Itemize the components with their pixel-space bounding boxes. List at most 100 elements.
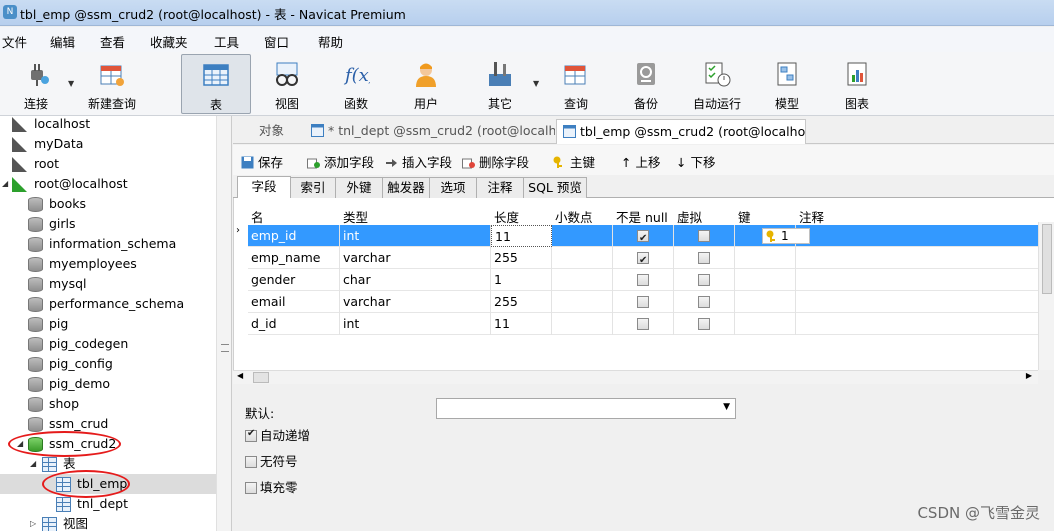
- field-name-cell[interactable]: emp_name: [248, 247, 340, 269]
- schedule-button[interactable]: 自动运行: [686, 54, 748, 114]
- table-button[interactable]: 表: [181, 54, 251, 114]
- collapse-arrow-icon[interactable]: ◢: [30, 454, 40, 474]
- col-name-header[interactable]: 名: [251, 207, 264, 226]
- table-row[interactable]: gender char 1: [248, 269, 1038, 291]
- field-key-cell[interactable]: [735, 269, 796, 291]
- field-type-cell[interactable]: char: [340, 269, 491, 291]
- tree-item-tnl-dept[interactable]: tnl_dept: [0, 494, 216, 514]
- not-null-checkbox[interactable]: [637, 228, 649, 247]
- grid-vertical-scrollbar[interactable]: [1038, 222, 1054, 370]
- tree-item-pig-config[interactable]: pig_config: [0, 354, 216, 374]
- field-comment-cell[interactable]: [796, 313, 1038, 335]
- col-key-header[interactable]: 键: [738, 207, 751, 226]
- zerofill-checkbox[interactable]: [245, 482, 257, 494]
- chart-button[interactable]: 图表: [827, 54, 887, 114]
- unsigned-option[interactable]: 无符号: [245, 451, 298, 470]
- menu-favorites[interactable]: 收藏夹: [150, 32, 188, 51]
- field-decimals-cell[interactable]: [552, 269, 613, 291]
- field-type-cell[interactable]: varchar: [340, 247, 491, 269]
- tab-indexes[interactable]: 索引: [290, 177, 336, 198]
- unsigned-checkbox[interactable]: [245, 456, 257, 468]
- scroll-left-arrow-icon[interactable]: ◀: [237, 371, 243, 380]
- tree-item-pig-demo[interactable]: pig_demo: [0, 374, 216, 394]
- tree-item-performance-schema[interactable]: performance_schema: [0, 294, 216, 314]
- auto-increment-option[interactable]: 自动递增: [245, 425, 310, 444]
- model-button[interactable]: 模型: [757, 54, 817, 114]
- tree-item-books[interactable]: books: [0, 194, 216, 214]
- tree-item-mydata[interactable]: myData: [0, 134, 216, 154]
- field-name-cell[interactable]: emp_id: [248, 225, 340, 247]
- auto-increment-checkbox[interactable]: [245, 428, 257, 442]
- field-comment-cell[interactable]: [796, 225, 1038, 247]
- col-comment-header[interactable]: 注释: [799, 207, 824, 226]
- save-button[interactable]: 保存: [241, 152, 283, 171]
- tree-item-myemployees[interactable]: myemployees: [0, 254, 216, 274]
- menu-file[interactable]: 文件: [2, 32, 27, 51]
- field-decimals-cell[interactable]: [552, 313, 613, 335]
- menu-window[interactable]: 窗口: [264, 32, 289, 51]
- tree-item-shop[interactable]: shop: [0, 394, 216, 414]
- table-row[interactable]: email varchar 255: [248, 291, 1038, 313]
- tree-item-root[interactable]: root: [0, 154, 216, 174]
- connect-button[interactable]: 连接: [8, 54, 66, 114]
- tree-item-mysql[interactable]: mysql: [0, 274, 216, 294]
- primary-key-button[interactable]: 主键: [553, 152, 595, 171]
- field-key-cell[interactable]: [735, 291, 796, 313]
- col-decimals-header[interactable]: 小数点: [555, 207, 593, 226]
- insert-field-button[interactable]: 插入字段: [385, 152, 452, 171]
- tree-item-views-folder[interactable]: ▷ 视图: [0, 514, 216, 531]
- add-field-button[interactable]: 添加字段: [307, 152, 374, 171]
- tab-fields[interactable]: 字段: [237, 176, 291, 198]
- move-up-button[interactable]: ↑ 上移: [621, 152, 660, 171]
- field-type-cell[interactable]: varchar: [340, 291, 491, 313]
- field-length-cell[interactable]: 11: [491, 313, 552, 335]
- virtual-checkbox[interactable]: [698, 230, 710, 242]
- col-type-header[interactable]: 类型: [343, 207, 368, 226]
- not-null-checkbox[interactable]: [637, 274, 649, 286]
- table-row[interactable]: › emp_id int 11 1: [236, 225, 1038, 247]
- scroll-right-arrow-icon[interactable]: ▶: [1026, 371, 1032, 380]
- default-value-select[interactable]: ▼: [436, 398, 736, 419]
- function-button[interactable]: f(x) 函数: [326, 54, 386, 114]
- field-comment-cell[interactable]: [796, 269, 1038, 291]
- col-not-null-header[interactable]: 不是 null: [616, 207, 668, 226]
- menu-edit[interactable]: 编辑: [50, 32, 75, 51]
- not-null-checkbox[interactable]: [637, 296, 649, 308]
- tab-tbl-emp[interactable]: tbl_emp @ssm_crud2 (root@localho...: [556, 119, 806, 144]
- backup-button[interactable]: 备份: [616, 54, 676, 114]
- field-length-cell[interactable]: 255: [491, 291, 552, 313]
- menu-view[interactable]: 查看: [100, 32, 125, 51]
- not-null-checkbox[interactable]: [637, 318, 649, 330]
- field-length-cell[interactable]: 255: [491, 247, 552, 269]
- field-type-cell[interactable]: int: [340, 225, 491, 247]
- virtual-checkbox[interactable]: [698, 252, 710, 264]
- tab-objects[interactable]: 对象: [253, 119, 313, 144]
- expand-arrow-icon[interactable]: ▷: [30, 514, 40, 531]
- menu-tools[interactable]: 工具: [214, 32, 239, 51]
- tab-tnl-dept[interactable]: * tnl_dept @ssm_crud2 (root@localh...: [305, 119, 555, 144]
- move-down-button[interactable]: ↓ 下移: [676, 152, 715, 171]
- delete-field-button[interactable]: 删除字段: [462, 152, 529, 171]
- virtual-checkbox[interactable]: [698, 296, 710, 308]
- field-decimals-cell[interactable]: [552, 247, 613, 269]
- field-name-cell[interactable]: gender: [248, 269, 340, 291]
- tree-item-pig[interactable]: pig: [0, 314, 216, 334]
- tab-sql-preview[interactable]: SQL 预览: [523, 177, 587, 198]
- field-name-cell[interactable]: d_id: [248, 313, 340, 335]
- zerofill-option[interactable]: 填充零: [245, 477, 298, 496]
- new-query-button[interactable]: 新建查询: [82, 54, 142, 114]
- field-type-cell[interactable]: int: [340, 313, 491, 335]
- field-decimals-cell[interactable]: [552, 225, 613, 247]
- connect-dropdown-arrow[interactable]: ▼: [68, 79, 74, 88]
- scrollbar-thumb[interactable]: [1042, 224, 1052, 294]
- col-length-header[interactable]: 长度: [494, 207, 519, 226]
- tree-scrollbar[interactable]: [216, 116, 231, 531]
- tab-options[interactable]: 选项: [429, 177, 477, 198]
- tree-item-localhost[interactable]: localhost: [0, 116, 216, 134]
- field-decimals-cell[interactable]: [552, 291, 613, 313]
- query-button[interactable]: 查询: [546, 54, 606, 114]
- tab-foreign-keys[interactable]: 外键: [335, 177, 383, 198]
- tree-item-ssm-crud[interactable]: ssm_crud: [0, 414, 216, 434]
- virtual-checkbox[interactable]: [698, 274, 710, 286]
- field-key-cell[interactable]: [735, 247, 796, 269]
